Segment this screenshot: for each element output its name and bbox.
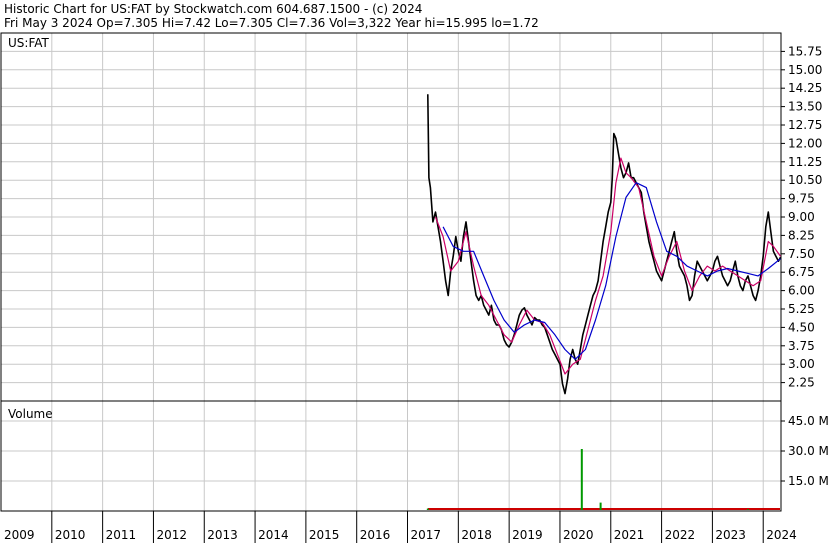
price-tick-label: 9.75 (788, 192, 815, 206)
year-tick-label: 2023 (715, 528, 746, 542)
price-tick-label: 6.00 (788, 284, 815, 298)
year-tick-label: 2017 (411, 528, 442, 542)
year-tick-label: 2010 (55, 528, 86, 542)
year-tick-label: 2011 (106, 528, 137, 542)
volume-gridlines (1, 401, 781, 511)
volume-tick-label: 30.0 M (788, 444, 829, 458)
year-tick-label: 2016 (360, 528, 391, 542)
year-tick-label: 2021 (614, 528, 645, 542)
volume-tick-label: 45.0 M (788, 414, 829, 428)
price-tick-label: 2.25 (788, 376, 815, 390)
year-tick-label: 2013 (207, 528, 238, 542)
price-tick-label: 11.25 (788, 155, 822, 169)
price-tick-label: 14.25 (788, 81, 822, 95)
price-tick-label: 8.25 (788, 228, 815, 242)
price-y-axis: 15.75 15.00 14.25 13.50 12.75 12.00 11.25 10.50… (781, 44, 822, 390)
volume-plot-area (426, 449, 780, 510)
year-tick-label: 2019 (512, 528, 543, 542)
volume-tick-label: 15.0 M (788, 474, 829, 488)
price-tick-label: 6.75 (788, 265, 815, 279)
price-gridlines (1, 33, 781, 401)
price-tick-label: 10.50 (788, 173, 822, 187)
price-tick-label: 15.00 (788, 63, 822, 77)
historic-chart: Historic Chart for US:FAT by Stockwatch.… (0, 2, 829, 543)
price-tick-label: 7.50 (788, 247, 815, 261)
x-axis-year-labels: 2009 2010 2011 2012 2013 2014 2015 2016 2017 2018… (4, 511, 797, 543)
price-tick-label: 3.00 (788, 357, 815, 371)
volume-y-axis: 45.0 M 30.0 M 15.0 M (781, 414, 829, 488)
chart-header-line1: Historic Chart for US:FAT by Stockwatch.… (4, 2, 422, 16)
year-tick-label: 2022 (665, 528, 696, 542)
symbol-label: US:FAT (8, 36, 50, 50)
year-tick-label: 2015 (309, 528, 340, 542)
price-tick-label: 5.25 (788, 302, 815, 316)
year-tick-label: 2012 (156, 528, 187, 542)
year-tick-label: 2020 (563, 528, 594, 542)
year-tick-label: 2018 (461, 528, 492, 542)
year-tick-label: 2014 (258, 528, 289, 542)
price-tick-label: 15.75 (788, 44, 822, 58)
price-tick-label: 3.75 (788, 339, 815, 353)
year-tick-label: 2009 (4, 528, 35, 542)
price-tick-label: 4.50 (788, 320, 815, 334)
volume-panel-frame (0, 400, 782, 512)
chart-header-line2: Fri May 3 2024 Op=7.305 Hi=7.42 Lo=7.305… (4, 16, 539, 30)
price-plot-area (427, 94, 782, 395)
year-tick-label: 2024 (766, 528, 797, 542)
price-tick-label: 12.75 (788, 118, 822, 132)
price-tick-label: 12.00 (788, 136, 822, 150)
series-line-price (427, 94, 782, 395)
price-tick-label: 9.00 (788, 210, 815, 224)
series-line-ma-short (434, 157, 781, 375)
volume-panel-label: Volume (8, 407, 53, 421)
price-tick-label: 13.50 (788, 100, 822, 114)
